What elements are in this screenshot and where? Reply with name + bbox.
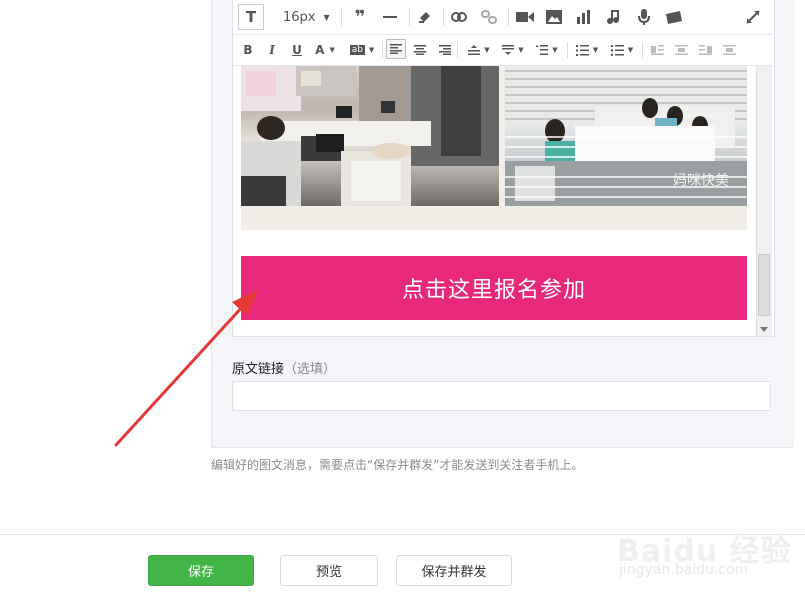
align-right-icon[interactable] xyxy=(437,42,453,58)
float-left-icon[interactable] xyxy=(649,42,665,58)
format-painter-icon[interactable] xyxy=(416,8,434,26)
original-link-title: 原文链接 xyxy=(232,362,285,377)
image-icon[interactable] xyxy=(545,8,563,26)
original-link-input[interactable] xyxy=(232,381,771,411)
original-link-label: 原文链接（选填） xyxy=(232,358,336,377)
line-height-icon[interactable]: ▼ xyxy=(533,42,561,58)
chart-icon[interactable] xyxy=(575,8,593,26)
editor-content[interactable]: 妈咪快美 点击这里报名参加 xyxy=(233,66,755,336)
scroll-down-icon[interactable] xyxy=(760,327,768,332)
music-icon[interactable] xyxy=(605,8,623,26)
save-button[interactable]: 保存 xyxy=(148,555,254,586)
fullscreen-icon[interactable] xyxy=(744,8,762,26)
blockquote-icon[interactable]: ❞ xyxy=(351,7,369,28)
float-right-icon[interactable] xyxy=(697,42,713,58)
unlink-icon[interactable] xyxy=(480,8,498,26)
font-color-icon[interactable]: A ▼ xyxy=(313,42,337,58)
baidu-url: jingyan.baidu.com xyxy=(619,562,749,578)
paragraph-spacing-bottom-icon[interactable]: ▼ xyxy=(499,42,527,58)
underline-icon[interactable]: U xyxy=(290,42,304,58)
office-photo: 妈咪快美 xyxy=(241,66,747,230)
toolbar-row-1: T 16px ▼ ❞ xyxy=(233,0,772,35)
office-photo-right: 妈咪快美 xyxy=(505,66,747,206)
video-icon[interactable] xyxy=(515,8,535,26)
optional-hint: （选填） xyxy=(284,362,337,377)
link-icon[interactable] xyxy=(450,8,468,26)
photo-watermark: 妈咪快美 xyxy=(673,173,729,189)
background-color-icon[interactable]: ab ▼ xyxy=(347,42,377,58)
paragraph-spacing-top-icon[interactable]: ▼ xyxy=(465,42,493,58)
office-photo-left xyxy=(241,66,499,206)
microphone-icon[interactable] xyxy=(635,8,653,26)
ordered-list-icon[interactable]: ▼ xyxy=(573,42,601,58)
preview-button[interactable]: 预览 xyxy=(280,555,378,586)
italic-icon[interactable]: I xyxy=(265,42,279,58)
scrollbar-thumb[interactable] xyxy=(758,254,770,316)
publish-hint: 编辑好的图文消息，需要点击“保存并群发”才能发送到关注者手机上。 xyxy=(211,458,584,472)
font-size-select[interactable]: 16px ▼ xyxy=(283,8,330,26)
baidu-watermark: Baidu 经验 jingyan.baidu.com xyxy=(617,508,797,588)
save-and-publish-button[interactable]: 保存并群发 xyxy=(396,555,512,586)
toolbar-row-2: B I U A ▼ ab ▼ ▼ ▼ ▼ ▼ ▼ xyxy=(233,35,772,66)
card-icon[interactable] xyxy=(665,8,683,26)
chevron-down-icon: ▼ xyxy=(323,12,330,22)
font-size-value: 16px xyxy=(283,9,316,25)
horizontal-rule-icon[interactable] xyxy=(381,8,399,26)
editor-scrollbar[interactable] xyxy=(756,66,772,336)
float-none-icon[interactable] xyxy=(673,42,689,58)
bold-icon[interactable]: B xyxy=(241,42,255,58)
unordered-list-icon[interactable]: ▼ xyxy=(608,42,636,58)
center-block-icon[interactable] xyxy=(721,42,737,58)
text-style-button[interactable]: T xyxy=(238,4,264,30)
signup-button[interactable]: 点击这里报名参加 xyxy=(241,256,747,320)
align-left-icon[interactable] xyxy=(386,39,406,59)
align-center-icon[interactable] xyxy=(412,42,428,58)
